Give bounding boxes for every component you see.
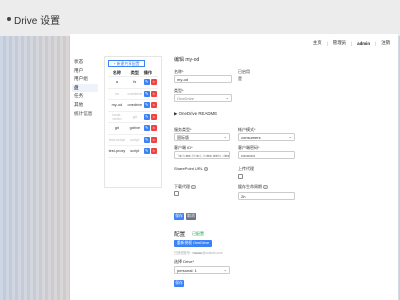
row-name: a xyxy=(115,80,118,85)
col-name: 名称 xyxy=(112,70,122,75)
download-proxy-label: 下载代理? xyxy=(174,184,196,190)
delete-icon[interactable]: × xyxy=(150,90,157,97)
row-actions: ✎ × xyxy=(143,136,158,143)
sidebar-item-users[interactable]: 用户 xyxy=(72,67,98,76)
sidebar-item-stats[interactable]: 统计信息 xyxy=(72,110,98,119)
row-actions: ✎ × xyxy=(143,102,158,109)
sidebar: 状态 用户 用户组 盘 任务 其他 统计信息 xyxy=(72,58,98,118)
delete-icon[interactable]: × xyxy=(150,102,157,109)
edit-icon[interactable]: ✎ xyxy=(143,102,150,109)
row-actions: ✎ × xyxy=(143,148,158,155)
account-hint: 已授权账号: m■■■■@outlook.com xyxy=(174,251,223,255)
table-row: local-vedio git ✎ × xyxy=(108,112,158,123)
row-type: onedrive xyxy=(127,91,143,96)
app-panel: 主页 | 管理员 | admin | 注销 状态 用户 用户组 盘 任务 其他 … xyxy=(70,34,398,300)
drive-select[interactable]: personal: 1 xyxy=(174,266,230,274)
drive-list: + 新建共享配置 名称 类型 操作 a fs ✎ × nn onedrive ✎ × my-od… xyxy=(104,56,162,188)
row-type: gdrive xyxy=(129,126,140,131)
table-header: 名称 类型 操作 xyxy=(108,70,158,77)
apply-button[interactable]: 保存 xyxy=(174,280,184,287)
enabled-label: 已启用 xyxy=(238,69,250,74)
delete-icon[interactable]: × xyxy=(150,136,157,143)
cache-ttl-input[interactable]: 2h xyxy=(238,192,295,200)
edit-icon[interactable]: ✎ xyxy=(143,79,150,86)
form-title: 编辑 my-od xyxy=(174,57,200,63)
delete-icon[interactable]: × xyxy=(150,113,157,120)
table-row: test-script script ✎ × xyxy=(108,135,158,146)
table-row: a fs ✎ × xyxy=(108,77,158,89)
table-row: nn onedrive ✎ × xyxy=(108,89,158,100)
row-actions: ✎ × xyxy=(143,125,158,132)
nav-home[interactable]: 主页 xyxy=(313,40,322,46)
row-actions: ✎ × xyxy=(143,113,158,120)
sidebar-item-status[interactable]: 状态 xyxy=(72,58,98,67)
save-button[interactable]: 保存 xyxy=(174,213,184,220)
download-proxy-checkbox[interactable] xyxy=(174,191,179,196)
upload-proxy-checkbox[interactable] xyxy=(238,174,243,179)
name-input[interactable]: my-od xyxy=(174,75,232,83)
edit-icon[interactable]: ✎ xyxy=(143,90,150,97)
row-actions: ✎ × xyxy=(143,79,158,86)
readme-toggle[interactable]: ▶ OneDrive README xyxy=(174,111,217,117)
client-secret-input[interactable]: •••••••••• xyxy=(238,151,295,159)
sidebar-item-misc[interactable]: 其他 xyxy=(72,101,98,110)
nav-admin[interactable]: 管理员 xyxy=(333,40,346,46)
row-name: nn xyxy=(114,91,120,96)
edit-icon[interactable]: ✎ xyxy=(143,125,150,132)
help-icon[interactable]: ? xyxy=(191,184,196,189)
sidebar-item-drives[interactable]: 盘 xyxy=(72,83,98,93)
upload-proxy-label: 上传代理 xyxy=(238,166,254,171)
enabled-value[interactable]: 是 xyxy=(238,76,242,82)
top-nav: 主页 | 管理员 | admin | 注销 xyxy=(313,40,390,46)
config-title: 配置 xyxy=(174,232,186,238)
table-row: git gdrive ✎ × xyxy=(108,123,158,135)
bullet-icon xyxy=(7,17,11,21)
cache-ttl-label: 缓存生命周期? xyxy=(238,184,268,190)
nav-logout[interactable]: 注销 xyxy=(381,40,390,46)
help-icon[interactable]: ? xyxy=(203,166,209,171)
sidebar-item-tasks[interactable]: 任务 xyxy=(72,92,98,101)
edit-icon[interactable]: ✎ xyxy=(143,136,150,143)
row-actions: ✎ × xyxy=(143,90,158,97)
col-actions: 操作 xyxy=(143,70,153,75)
table-row: my-od onedrive ✎ × xyxy=(108,100,158,112)
row-type: onedrive xyxy=(127,103,143,108)
row-type: fs xyxy=(133,80,137,85)
config-status: 已配置 xyxy=(192,231,204,236)
nav-separator: | xyxy=(326,40,328,46)
row-type: git xyxy=(132,114,137,119)
doc-header: Drive 设置 xyxy=(0,0,400,36)
nav-user[interactable]: admin xyxy=(357,41,370,46)
cancel-button[interactable]: 取消 xyxy=(186,213,196,220)
help-icon[interactable]: ? xyxy=(263,184,268,189)
delete-icon[interactable]: × xyxy=(150,79,157,86)
row-name: my-od xyxy=(111,103,123,108)
row-name: test-proxy xyxy=(108,149,126,154)
doc-title: Drive 设置 xyxy=(14,16,61,27)
reauthorize-button[interactable]: 重新授权 OneDrive xyxy=(174,240,212,247)
drive-label: 选择 Drive* xyxy=(174,259,195,264)
type-select[interactable]: OneDrive xyxy=(174,94,232,102)
row-type: script xyxy=(130,149,140,154)
sidebar-item-groups[interactable]: 用户组 xyxy=(72,75,98,84)
client-id-input[interactable]: 7■4c■■-6b■4-4d■■-■■fd-d■■■b■■■ xyxy=(174,151,230,159)
edit-icon[interactable]: ✎ xyxy=(143,148,150,155)
row-type: script xyxy=(130,137,140,142)
table-row: test-proxy script ✎ × xyxy=(108,146,158,158)
nav-separator: | xyxy=(375,40,377,46)
row-name: git xyxy=(114,126,119,131)
tenant-select[interactable]: consumers xyxy=(238,133,295,141)
delete-icon[interactable]: × xyxy=(150,148,157,155)
nav-separator: | xyxy=(350,40,353,46)
edit-icon[interactable]: ✎ xyxy=(143,113,150,120)
service-type-select[interactable]: 国际版 xyxy=(174,133,230,141)
row-name: local-vedio xyxy=(112,112,122,121)
delete-icon[interactable]: × xyxy=(150,125,157,132)
col-type: 类型 xyxy=(130,70,139,75)
row-name: test-script xyxy=(108,137,126,142)
new-share-button[interactable]: + 新建共享配置 xyxy=(108,60,145,67)
sharepoint-label: SharePoint URL? xyxy=(174,166,209,172)
